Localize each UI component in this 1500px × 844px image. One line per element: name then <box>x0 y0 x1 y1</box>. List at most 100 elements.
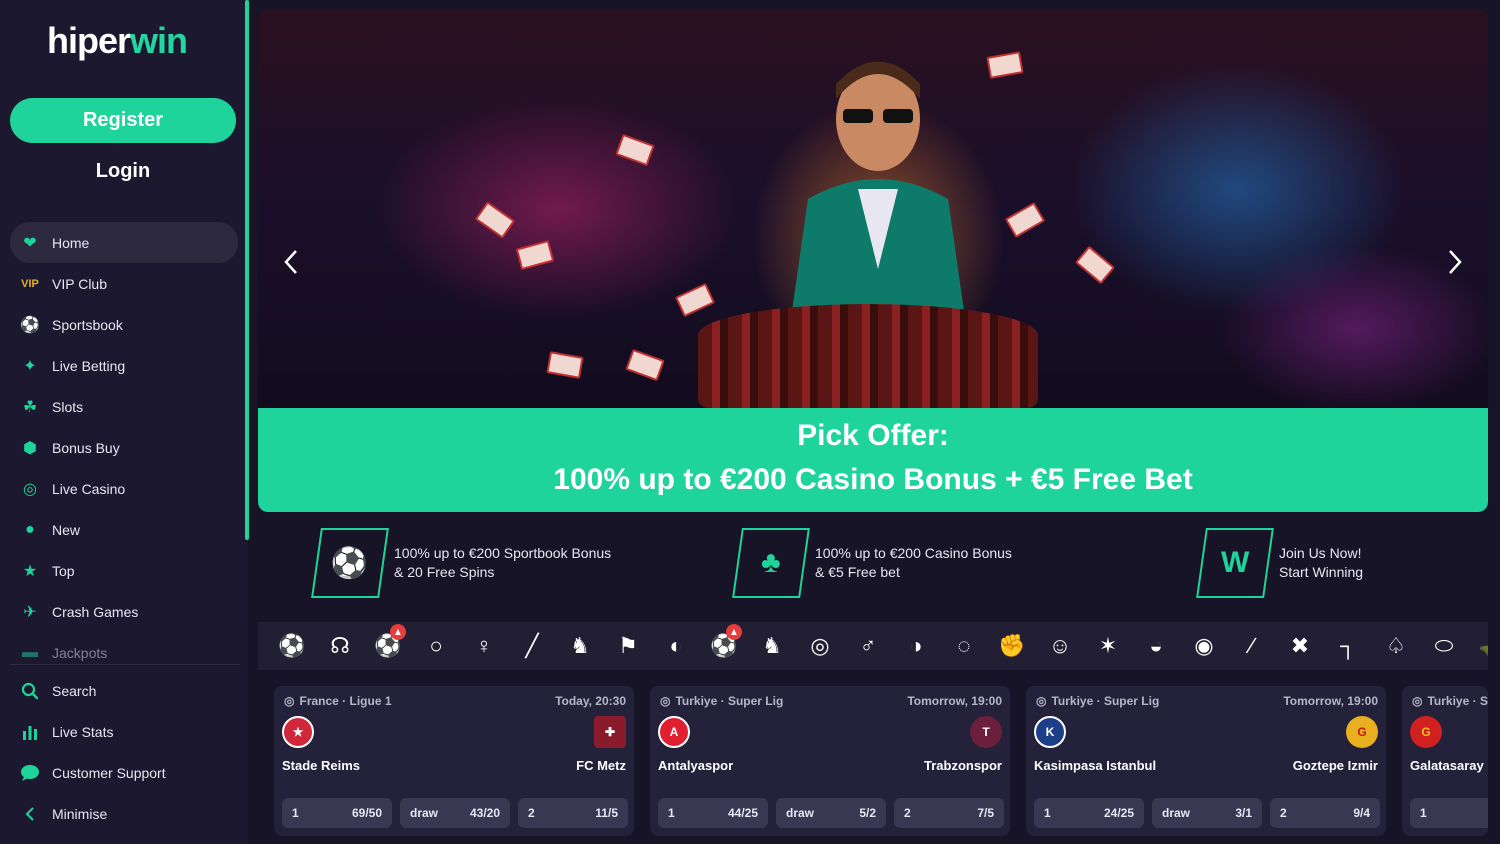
sidebar-item-label: Jackpots <box>52 644 108 661</box>
horse-racing-icon[interactable]: ♞ <box>556 622 604 670</box>
handball-icon[interactable]: ◑ <box>892 622 940 670</box>
blitz-icon[interactable]: ◉ <box>1180 622 1228 670</box>
sidebar-item-label: Minimise <box>52 805 108 822</box>
badminton-icon[interactable]: ♤ <box>1372 622 1420 670</box>
sidebar-item-customer-support[interactable]: Customer Support <box>10 752 238 793</box>
globe-icon: ◎ <box>1036 694 1047 708</box>
padel-icon[interactable]: ✶ <box>1084 622 1132 670</box>
carousel-prev-button[interactable] <box>276 247 306 277</box>
esports-icon[interactable]: ✖ <box>1276 622 1324 670</box>
home-team-name: Kasimpasa Istanbul <box>1034 758 1157 773</box>
promo-sportsbook[interactable]: ⚽ 100% up to €200 Sportbook Bonus & 20 F… <box>311 528 611 598</box>
carousel-next-button[interactable] <box>1440 247 1470 277</box>
sidebar-item-label: New <box>52 521 81 538</box>
globe-icon: ◎ <box>284 694 295 708</box>
odds-button-home[interactable]: 1 69/50 <box>282 798 392 828</box>
sidebar: hiperwin Register Login ❤ Home VIP VIP C… <box>0 0 249 844</box>
cherries-icon: ♣ <box>761 546 781 579</box>
sidebar-item-top[interactable]: ★ Top <box>10 550 238 591</box>
hero-offer-panel: Pick Offer: 100% up to €200 Casino Bonus… <box>258 408 1488 512</box>
promo-casino[interactable]: ♣ 100% up to €200 Casino Bonus & €5 Free… <box>732 528 1012 598</box>
soccer-hot-icon[interactable]: ⚽ ▲ <box>364 622 412 670</box>
soccer-icon[interactable]: ⚽ <box>268 622 316 670</box>
odds-button-away[interactable]: 2 9/4 <box>1270 798 1380 828</box>
cricket-icon[interactable]: ◌ <box>940 622 988 670</box>
flying-card <box>674 282 716 318</box>
virtual-horse-icon[interactable]: ♞ <box>748 622 796 670</box>
golf-icon[interactable]: ⛳ <box>1468 622 1488 670</box>
volleyball-icon[interactable]: ◐ <box>652 622 700 670</box>
match-card[interactable]: ◎ Turkiye · Super Lig Tomorrow, 19:00 K G… <box>1026 686 1386 836</box>
sidebar-item-jackpots[interactable]: ▬ Jackpots <box>10 632 238 673</box>
sports-category-bar: ⚽ ☊ ⚽ ▲ ○ ♀ ╱ ♞ ⚑ ◐ ⚽ ▲ ♞ ◎ ♂ ◑ ◌ ✊ ☺ ✶ ◒ … <box>258 622 1488 670</box>
hiperwin-logo[interactable]: hiperwin <box>47 20 188 62</box>
odds-button-home[interactable]: 1 24/25 <box>1034 798 1144 828</box>
chair-icon[interactable]: ┐ <box>1324 622 1372 670</box>
sidebar-item-live-betting[interactable]: ✦ Live Betting <box>10 345 238 386</box>
sidebar-item-label: VIP Club <box>52 275 107 292</box>
rugby-icon[interactable]: ⬭ <box>1420 622 1468 670</box>
flying-card <box>1074 245 1116 285</box>
promo-icon-box: ⚽ <box>311 528 389 598</box>
sidebar-scrollbar[interactable] <box>245 0 249 540</box>
sidebar-item-slots[interactable]: ☘ Slots <box>10 386 238 427</box>
penalty-icon[interactable]: ◎ <box>796 622 844 670</box>
sidebar-item-live-casino[interactable]: ◎ Live Casino <box>10 468 238 509</box>
volleyball-virtual-icon[interactable]: ◒ <box>1132 622 1180 670</box>
match-country: Turkiye <box>1051 694 1094 708</box>
odds-button-away[interactable]: 2 7/5 <box>894 798 1004 828</box>
racing-flag-icon[interactable]: ⚑ <box>604 622 652 670</box>
login-button[interactable]: Login <box>10 150 236 192</box>
headset-icon[interactable]: ☊ <box>316 622 364 670</box>
sidebar-item-bonus-buy[interactable]: ⬢ Bonus Buy <box>10 427 238 468</box>
bar-chart-icon <box>20 722 40 742</box>
match-card[interactable]: ◎ France · Ligue 1 Today, 20:30 ★ ✚ Stade… <box>274 686 634 836</box>
kabaddi-icon[interactable]: ☺ <box>1036 622 1084 670</box>
cricket-bat-icon[interactable]: ∕ <box>1228 622 1276 670</box>
match-time: Tomorrow, 19:00 <box>1283 694 1378 708</box>
sidebar-item-vip-club[interactable]: VIP VIP Club <box>10 263 238 304</box>
boxing-icon[interactable]: ✊ <box>988 622 1036 670</box>
flying-card <box>625 348 665 382</box>
match-card[interactable]: ◎ Turkiye · Super Lig Tomorrow, 19:00 A T… <box>650 686 1010 836</box>
table-tennis-icon[interactable]: ♂ <box>844 622 892 670</box>
register-button[interactable]: Register <box>10 98 236 143</box>
offer-subtitle: 100% up to €200 Casino Bonus + €5 Free B… <box>553 463 1193 496</box>
star-icon: ★ <box>22 562 38 580</box>
home-team-name: Galatasaray I <box>1410 758 1488 773</box>
odds-button-draw[interactable]: draw 3/1 <box>1152 798 1262 828</box>
chat-bubble-icon <box>20 763 40 783</box>
sidebar-item-home[interactable]: ❤ Home <box>10 222 238 263</box>
home-team-logo: K <box>1034 716 1066 748</box>
sidebar-item-search[interactable]: Search <box>10 670 238 711</box>
basketball-icon[interactable]: ○ <box>412 622 460 670</box>
promo-join[interactable]: W Join Us Now! Start Winning <box>1196 528 1363 598</box>
match-card[interactable]: ◎Turkiye · S G Galatasaray I 143 <box>1402 686 1488 836</box>
sidebar-item-new[interactable]: ● New <box>10 509 238 550</box>
hero-banner[interactable]: Pick Offer: 100% up to €200 Casino Bonus… <box>258 9 1488 512</box>
tennis-icon[interactable]: ♀ <box>460 622 508 670</box>
odds-button-home[interactable]: 143 <box>1410 798 1488 828</box>
match-time: Today, 20:30 <box>555 694 626 708</box>
sidebar-item-live-stats[interactable]: Live Stats <box>10 711 238 752</box>
sidebar-item-label: Slots <box>52 398 84 415</box>
home-team-logo: ★ <box>282 716 314 748</box>
sidebar-item-minimise[interactable]: Minimise <box>10 793 238 834</box>
sidebar-item-sportsbook[interactable]: ⚽ Sportsbook <box>10 304 238 345</box>
match-time: Tomorrow, 19:00 <box>907 694 1002 708</box>
odds-button-away[interactable]: 2 11/5 <box>518 798 628 828</box>
odds-row: 1 44/25 draw 5/2 2 7/5 <box>658 798 1004 828</box>
flying-card <box>515 239 555 271</box>
search-icon <box>20 681 40 701</box>
sidebar-item-crash-games[interactable]: ✈ Crash Games <box>10 591 238 632</box>
odds-button-home[interactable]: 1 44/25 <box>658 798 768 828</box>
hot-badge-icon: ▲ <box>726 624 742 640</box>
odds-button-draw[interactable]: draw 43/20 <box>400 798 510 828</box>
home-team-name: Stade Reims <box>282 758 361 773</box>
promo-line2: & €5 Free bet <box>815 564 900 580</box>
odds-button-draw[interactable]: draw 5/2 <box>776 798 886 828</box>
virtual-soccer-hot-icon[interactable]: ⚽ ▲ <box>700 622 748 670</box>
globe-icon: ◎ <box>1412 694 1423 708</box>
sidebar-item-label: Bonus Buy <box>52 439 120 456</box>
hockey-icon[interactable]: ╱ <box>508 622 556 670</box>
